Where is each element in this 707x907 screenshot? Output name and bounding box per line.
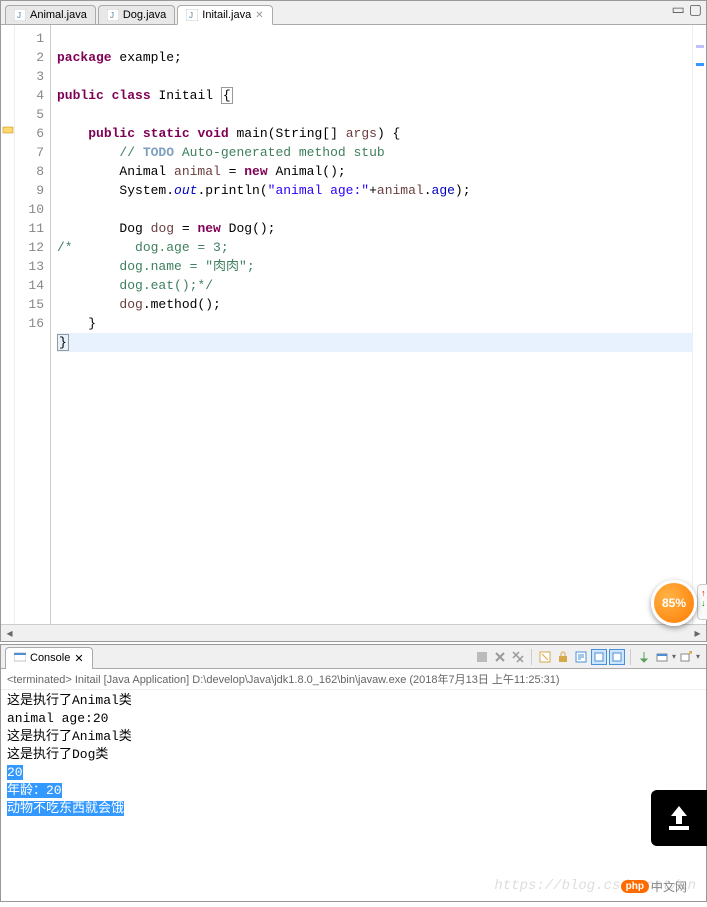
line-number: 7 (15, 143, 44, 162)
clear-console-icon[interactable] (537, 649, 553, 665)
code-editor[interactable]: package example; public class Initail { … (51, 25, 692, 624)
console-output[interactable]: 这是执行了Animal类 animal age:20 这是执行了Animal类 … (1, 690, 706, 901)
console-line: animal age:20 (7, 710, 700, 728)
editor-panel: J Animal.java J Dog.java J Initail.java … (0, 0, 707, 642)
console-status: <terminated> Initail [Java Application] … (1, 669, 706, 690)
console-icon (14, 651, 26, 666)
horizontal-scrollbar[interactable]: ◂ ▸ (1, 624, 706, 641)
badge-stats: ↑ 6.9 ↓ 0.02 (697, 584, 707, 620)
console-line: 这是执行了Animal类 (7, 692, 700, 710)
tab-dog[interactable]: J Dog.java (98, 5, 175, 24)
console-line: 年龄：20 (7, 782, 700, 800)
console-toolbar: ▾ ▾ (474, 649, 706, 665)
line-number: 9 (15, 181, 44, 200)
tab-label: Dog.java (123, 9, 166, 21)
minimize-icon[interactable]: ▭ (672, 1, 685, 18)
line-number: 15 (15, 295, 44, 314)
line-number: 2 (15, 48, 44, 67)
svg-text:J: J (17, 11, 21, 20)
svg-text:J: J (110, 11, 114, 20)
console-line: 20 (7, 764, 700, 782)
line-number: 12 (15, 238, 44, 257)
dropdown-icon[interactable]: ▾ (672, 652, 676, 661)
remove-launch-icon[interactable] (492, 649, 508, 665)
line-gutter[interactable]: 1 2 3 4 5 6 7 8 9 10 11 12 13 14 15 16 (15, 25, 51, 624)
console-tab[interactable]: Console ✕ (5, 647, 93, 669)
overview-ruler[interactable] (692, 25, 706, 624)
pin-console-icon[interactable] (636, 649, 652, 665)
marker-ruler (1, 25, 15, 624)
code-area: 1 2 3 4 5 6 7 8 9 10 11 12 13 14 15 16 p… (1, 25, 706, 624)
console-line: 这是执行了Dog类 (7, 746, 700, 764)
display-selected-console-icon[interactable] (654, 649, 670, 665)
tab-animal[interactable]: J Animal.java (5, 5, 96, 24)
tab-label: Animal.java (30, 9, 87, 21)
line-number: 4 (15, 86, 44, 105)
java-file-icon: J (107, 9, 119, 21)
java-file-icon: J (186, 9, 198, 21)
tab-initail[interactable]: J Initail.java ✕ (177, 5, 272, 25)
stat-down: ↓ 0.02 (701, 598, 707, 608)
show-console-on-stdout-icon[interactable] (591, 649, 607, 665)
open-console-icon[interactable] (678, 649, 694, 665)
editor-tab-bar: J Animal.java J Dog.java J Initail.java … (1, 1, 706, 25)
line-number: 11 (15, 219, 44, 238)
line-number: 3 (15, 67, 44, 86)
site-logo: php 中文网 (621, 878, 687, 895)
word-wrap-icon[interactable] (573, 649, 589, 665)
logo-text: 中文网 (651, 878, 687, 895)
show-console-on-stderr-icon[interactable] (609, 649, 625, 665)
scroll-left-icon[interactable]: ◂ (1, 626, 18, 640)
panel-controls: ▭ ▢ (672, 1, 702, 18)
percentage-badge[interactable]: 85% (651, 580, 697, 626)
dropdown-icon[interactable]: ▾ (696, 652, 700, 661)
line-number: 13 (15, 257, 44, 276)
upload-button[interactable] (651, 790, 707, 846)
tab-label: Initail.java (202, 9, 251, 21)
close-icon[interactable]: ✕ (74, 652, 83, 665)
console-line: 这是执行了Animal类 (7, 728, 700, 746)
line-number: 6 (15, 124, 44, 143)
console-line: 动物不吃东西就会饿 (7, 800, 700, 818)
line-number: 8 (15, 162, 44, 181)
maximize-icon[interactable]: ▢ (689, 1, 702, 18)
upload-icon (663, 802, 695, 834)
warning-marker[interactable] (2, 124, 14, 136)
scroll-right-icon[interactable]: ▸ (689, 626, 706, 640)
svg-text:J: J (189, 11, 193, 20)
overview-marker[interactable] (696, 45, 704, 48)
console-header: Console ✕ ▾ ▾ (1, 645, 706, 669)
console-tab-label: Console (30, 652, 70, 664)
overview-marker[interactable] (696, 63, 704, 66)
php-badge: php (621, 880, 649, 893)
line-number: 14 (15, 276, 44, 295)
console-panel: Console ✕ ▾ ▾ <terminated> Initail [Java… (0, 644, 707, 902)
line-number: 1 (15, 29, 44, 48)
scroll-lock-icon[interactable] (555, 649, 571, 665)
terminate-icon[interactable] (474, 649, 490, 665)
badge-value: 85% (662, 596, 686, 610)
stat-up: ↑ 6.9 (701, 588, 707, 598)
line-number: 10 (15, 200, 44, 219)
line-number: 16 (15, 314, 44, 333)
close-icon[interactable]: ✕ (255, 10, 263, 21)
java-file-icon: J (14, 9, 26, 21)
remove-all-icon[interactable] (510, 649, 526, 665)
line-number: 5 (15, 105, 44, 124)
